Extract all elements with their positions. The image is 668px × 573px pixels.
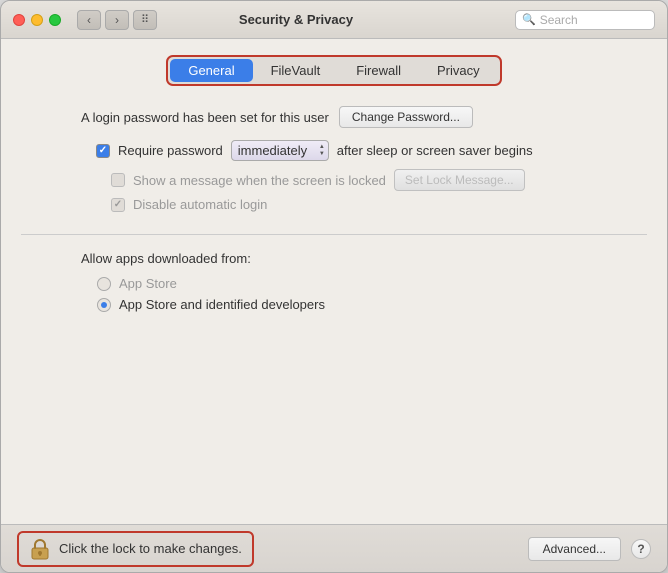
disable-autologin-checkbox[interactable] (111, 198, 125, 212)
search-box[interactable]: 🔍 (515, 10, 655, 30)
disable-autologin-row: Disable automatic login (21, 197, 647, 212)
tab-privacy[interactable]: Privacy (419, 59, 498, 82)
immediately-dropdown-wrapper: immediately (231, 140, 329, 161)
traffic-lights (13, 14, 61, 26)
show-message-label: Show a message when the screen is locked (133, 173, 386, 188)
radio-app-store-label: App Store (119, 276, 177, 291)
radio-app-store[interactable] (97, 277, 111, 291)
search-input[interactable] (540, 13, 650, 27)
show-message-row: Show a message when the screen is locked… (21, 169, 647, 191)
radio-app-store-identified-label: App Store and identified developers (119, 297, 325, 312)
radio-app-store-row: App Store (81, 276, 647, 291)
tabs-container: General FileVault Firewall Privacy (21, 55, 647, 86)
tab-filevault[interactable]: FileVault (253, 59, 339, 82)
settings-area: A login password has been set for this u… (21, 106, 647, 508)
close-button[interactable] (13, 14, 25, 26)
maximize-button[interactable] (49, 14, 61, 26)
downloads-section: Allow apps downloaded from: App Store Ap… (21, 251, 647, 318)
search-icon: 🔍 (522, 13, 536, 26)
content-area: General FileVault Firewall Privacy A log… (1, 39, 667, 524)
lock-icon (31, 538, 49, 560)
immediately-dropdown[interactable]: immediately (231, 140, 329, 161)
bottom-bar: Click the lock to make changes. Advanced… (1, 524, 667, 572)
radio-app-store-identified-row: App Store and identified developers (81, 297, 647, 312)
downloads-section-label: Allow apps downloaded from: (81, 251, 647, 266)
radio-app-store-identified[interactable] (97, 298, 111, 312)
radio-dot-icon (101, 302, 107, 308)
window-title: Security & Privacy (77, 12, 515, 27)
login-password-row: A login password has been set for this u… (21, 106, 647, 128)
require-password-label: Require password (118, 143, 223, 158)
require-password-checkbox[interactable] (96, 144, 110, 158)
lock-icon-wrap (29, 537, 51, 561)
show-message-checkbox[interactable] (111, 173, 125, 187)
tabs-wrapper: General FileVault Firewall Privacy (166, 55, 501, 86)
login-password-label: A login password has been set for this u… (81, 110, 329, 125)
section-divider (21, 234, 647, 235)
lock-message-text: Click the lock to make changes. (59, 541, 242, 556)
disable-autologin-label: Disable automatic login (133, 197, 267, 212)
titlebar: ‹ › ⠿ Security & Privacy 🔍 (1, 1, 667, 39)
main-window: ‹ › ⠿ Security & Privacy 🔍 General FileV… (0, 0, 668, 573)
require-password-row: Require password immediately after sleep… (21, 140, 647, 161)
help-button[interactable]: ? (631, 539, 651, 559)
minimize-button[interactable] (31, 14, 43, 26)
after-sleep-label: after sleep or screen saver begins (337, 143, 533, 158)
tab-firewall[interactable]: Firewall (338, 59, 419, 82)
advanced-button[interactable]: Advanced... (528, 537, 621, 561)
change-password-button[interactable]: Change Password... (339, 106, 473, 128)
lock-area[interactable]: Click the lock to make changes. (17, 531, 254, 567)
tab-general[interactable]: General (170, 59, 252, 82)
set-lock-message-button[interactable]: Set Lock Message... (394, 169, 525, 191)
